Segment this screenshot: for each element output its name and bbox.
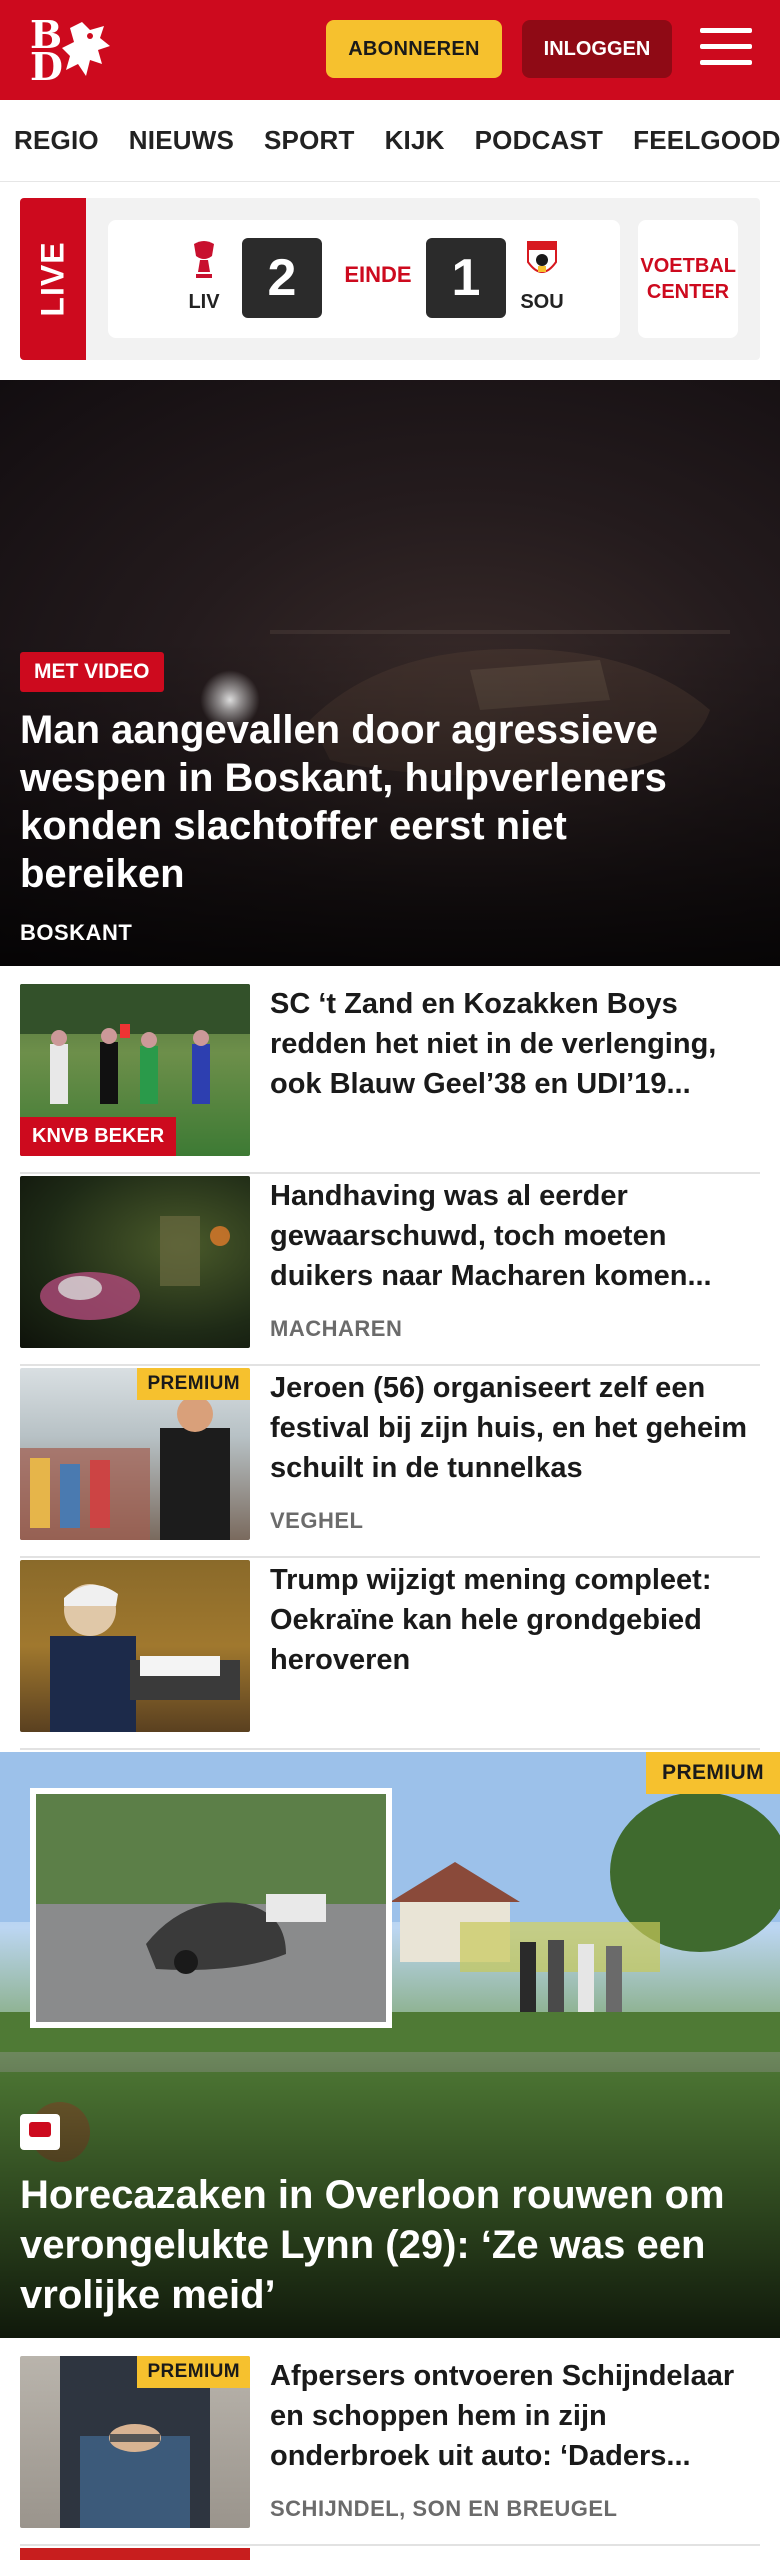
list-item[interactable]: PREMIUM Jeroen (56) organiseert zelf een… [20,1368,760,1558]
nav-item-kijk[interactable]: KIJK [385,125,445,156]
article-location: VEGHEL [270,1508,364,1533]
article-thumbnail [20,1176,250,1348]
live-score-widget: LIVE LIV 2 EINDE 1 SOU VOETBAL CENTER [20,198,760,360]
premium-badge: PREMIUM [137,1368,250,1400]
inset-photo [30,1788,392,2028]
hero-title[interactable]: Man aangevallen door agressieve wespen i… [20,706,720,898]
nav-item-regio[interactable]: REGIO [14,125,99,156]
home-team: LIV [174,238,234,314]
article-thumbnail: KNVB BEKER [20,984,250,1156]
live-tab[interactable]: LIVE [20,198,86,360]
article-title[interactable]: Trump wijzigt mening compleet: Oekraïne … [270,1560,760,1680]
hamburger-menu-icon[interactable] [700,28,752,70]
article-location: SCHIJNDEL, SON EN BREUGEL [270,2496,618,2521]
article-location: MACHAREN [270,1316,403,1341]
article-title[interactable]: SC ‘t Zand en Kozakken Boys redden het n… [270,984,760,1104]
voetbal-center-button[interactable]: VOETBAL CENTER [638,220,738,338]
category-badge: KNVB BEKER [20,1117,177,1156]
away-score: 1 [426,238,506,318]
night-rescue-image [40,1216,230,1320]
away-team-abbr: SOU [520,291,564,313]
featured-article[interactable]: PREMIUM Horecazaken in Overloon rouwen o… [0,1752,780,2338]
list-item[interactable]: KNVB BEKER SC ‘t Zand en Kozakken Boys r… [20,984,760,1174]
logo-letter-d: D [30,44,63,89]
article-thumbnail: PREMIUM [20,2356,250,2528]
home-team-abbr: LIV [188,291,220,313]
hero-location: BOSKANT [20,920,133,945]
comment-icon [20,2114,60,2150]
hero-article[interactable]: MET VIDEO Man aangevallen door agressiev… [0,380,780,966]
match-status: EINDE [344,262,412,287]
video-badge: MET VIDEO [20,652,164,692]
list-item[interactable]: Trump wijzigt mening compleet: Oekraïne … [20,1560,760,1750]
article-title[interactable]: Handhaving was al eerder gewaarschuwd, t… [270,1176,760,1296]
section-nav: REGIO NIEUWS SPORT KIJK PODCAST FEELGOOD… [0,100,780,182]
trump-podium-image [50,1584,240,1732]
next-article-thumbnail[interactable] [20,2548,250,2560]
bd-logo[interactable]: B D [26,16,116,89]
article-thumbnail: PREMIUM [20,1368,250,1540]
nav-item-podcast[interactable]: PODCAST [475,125,604,156]
article-thumbnail [20,1560,250,1732]
home-score: 2 [242,238,322,318]
liverpool-crest-icon [194,241,214,278]
featured-title[interactable]: Horecazaken in Overloon rouwen om verong… [20,2170,760,2320]
away-team: SOU [512,238,572,314]
subscribe-button[interactable]: ABONNEREN [326,20,502,78]
article-title[interactable]: Afpersers ontvoeren Schijndelaar en scho… [270,2356,760,2476]
nav-item-nieuws[interactable]: NIEUWS [129,125,234,156]
match-card[interactable]: LIV 2 EINDE 1 SOU [108,220,620,338]
nav-item-sport[interactable]: SPORT [264,125,355,156]
premium-badge: PREMIUM [137,2356,250,2388]
list-item[interactable]: Handhaving was al eerder gewaarschuwd, t… [20,1176,760,1366]
southampton-crest-icon [527,241,557,273]
dragon-icon [62,22,110,76]
premium-badge: PREMIUM [646,1752,780,1794]
login-button[interactable]: INLOGGEN [522,20,672,78]
crashed-car-image [36,1794,386,2022]
nav-item-feelgood[interactable]: FEELGOOD [633,125,780,156]
list-item[interactable]: PREMIUM Afpersers ontvoeren Schijndelaar… [20,2356,760,2546]
article-title[interactable]: Jeroen (56) organiseert zelf een festiva… [270,1368,760,1488]
live-label: LIVE [34,241,71,317]
site-header: B D ABONNEREN INLOGGEN [0,0,780,100]
